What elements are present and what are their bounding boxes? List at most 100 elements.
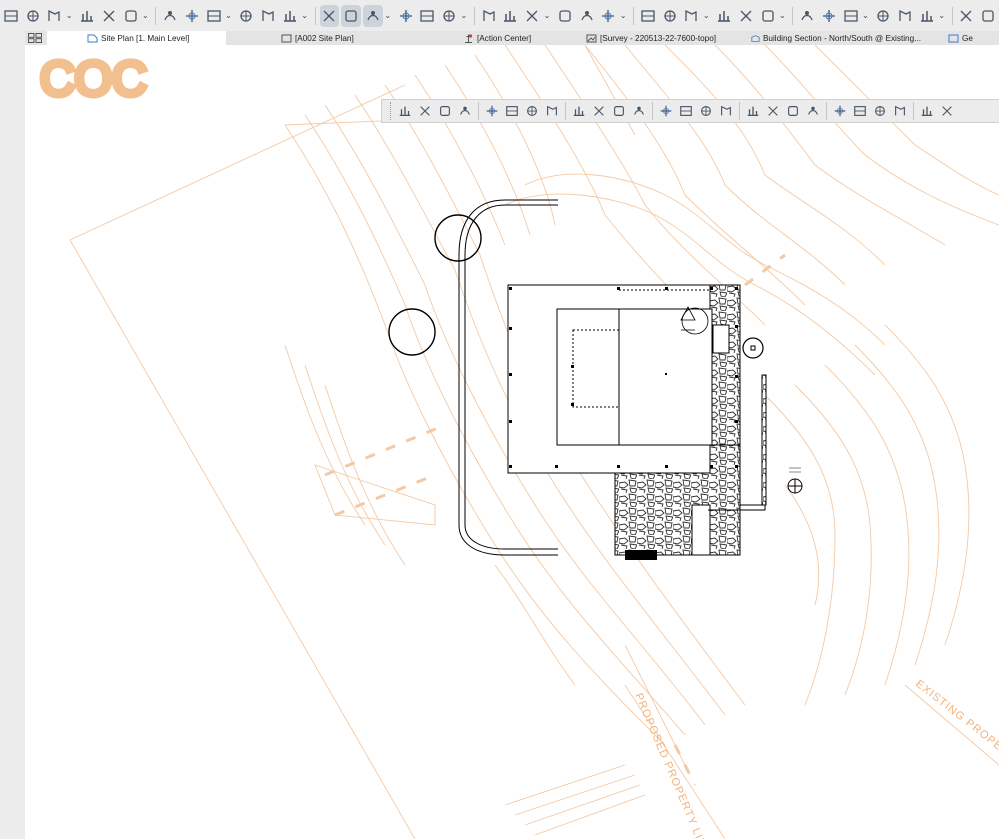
chevron-down-icon[interactable]: ⌄ bbox=[543, 5, 551, 27]
chevron-down-icon[interactable]: ⌄ bbox=[384, 5, 392, 27]
distribute-icon[interactable] bbox=[501, 5, 521, 27]
floating-edit-toolbar[interactable] bbox=[381, 99, 999, 123]
trim-icon[interactable] bbox=[831, 102, 849, 120]
single-view-icon[interactable] bbox=[258, 5, 278, 27]
scissors-icon[interactable] bbox=[456, 102, 474, 120]
eyedropper-icon[interactable] bbox=[523, 102, 541, 120]
teamwork-icon[interactable] bbox=[417, 5, 437, 27]
graph-icon[interactable] bbox=[396, 102, 414, 120]
edit-doc-icon[interactable] bbox=[918, 102, 936, 120]
chevron-down-icon[interactable]: ⌄ bbox=[778, 5, 786, 27]
align-icon[interactable] bbox=[744, 102, 762, 120]
cut-icon[interactable] bbox=[341, 4, 362, 27]
drawing-canvas[interactable]: COC PROPOSED PROPERTY LINE EXISTING PROP… bbox=[25, 45, 999, 839]
toolbar-separator bbox=[951, 6, 953, 25]
corner-icon[interactable] bbox=[570, 102, 588, 120]
group-icon[interactable] bbox=[784, 102, 802, 120]
stretch-icon[interactable] bbox=[503, 102, 521, 120]
site-plan-drawing[interactable]: COC PROPOSED PROPERTY LINE EXISTING PROP… bbox=[25, 45, 999, 839]
3d-window-icon[interactable] bbox=[23, 5, 43, 27]
offset-icon[interactable] bbox=[638, 5, 658, 27]
explode-icon[interactable] bbox=[851, 102, 869, 120]
fillet-icon[interactable] bbox=[543, 102, 561, 120]
suspend-groups-icon[interactable] bbox=[280, 5, 300, 27]
toolbar-separator bbox=[478, 102, 479, 120]
tab-generic[interactable]: Ge bbox=[921, 31, 999, 45]
chevron-down-icon[interactable]: ⌄ bbox=[225, 5, 233, 27]
split-icon[interactable] bbox=[697, 102, 715, 120]
intersect-icon[interactable] bbox=[630, 102, 648, 120]
slab-icon[interactable] bbox=[819, 5, 839, 27]
chain-icon[interactable] bbox=[204, 5, 224, 27]
view-icon[interactable] bbox=[236, 5, 256, 27]
adjust-icon[interactable] bbox=[682, 5, 702, 27]
chevron-down-icon[interactable]: ⌄ bbox=[702, 5, 710, 27]
floor-plan-icon bbox=[87, 34, 98, 42]
layer-flag-icon[interactable] bbox=[121, 5, 141, 27]
zone-icon[interactable] bbox=[895, 5, 915, 27]
utility-marker[interactable] bbox=[742, 337, 764, 359]
beam-icon[interactable] bbox=[957, 5, 977, 27]
link-icon[interactable] bbox=[871, 102, 889, 120]
stair-icon[interactable] bbox=[714, 5, 734, 27]
curve-icon[interactable] bbox=[555, 5, 575, 27]
align-icon[interactable] bbox=[479, 5, 499, 27]
chevron-down-icon[interactable]: ⌄ bbox=[619, 5, 627, 27]
drawing-icon bbox=[586, 34, 597, 42]
tab-label: Site Plan [1. Main Level] bbox=[101, 33, 190, 43]
chevron-down-icon[interactable]: ⌄ bbox=[862, 5, 870, 27]
trace-icon[interactable] bbox=[319, 4, 340, 27]
distribute-icon[interactable] bbox=[717, 102, 735, 120]
chevron-down-icon[interactable]: ⌄ bbox=[65, 5, 73, 27]
mirror-icon[interactable] bbox=[764, 102, 782, 120]
trim-icon[interactable] bbox=[660, 5, 680, 27]
tab-label: [A002 Site Plan] bbox=[295, 33, 354, 43]
rotate-icon[interactable] bbox=[610, 102, 628, 120]
survey-marker[interactable] bbox=[787, 467, 803, 494]
tree-circle[interactable] bbox=[434, 214, 482, 262]
interior-elevation-icon[interactable] bbox=[77, 5, 97, 27]
tree-circle[interactable] bbox=[388, 308, 436, 356]
edit-icon[interactable] bbox=[436, 102, 454, 120]
floor-plan-icon[interactable] bbox=[1, 5, 21, 27]
renovation-icon[interactable] bbox=[363, 4, 383, 27]
tab-a002-site-plan[interactable]: [A002 Site Plan] bbox=[226, 31, 406, 45]
elevate-icon[interactable] bbox=[590, 102, 608, 120]
elevation-icon[interactable] bbox=[577, 5, 597, 27]
window-icon[interactable] bbox=[978, 5, 998, 27]
flag-icon[interactable] bbox=[99, 5, 119, 27]
wall-icon[interactable] bbox=[797, 5, 817, 27]
tab-site-plan[interactable]: Site Plan [1. Main Level] bbox=[47, 31, 226, 45]
chevron-down-icon[interactable]: ⌄ bbox=[141, 5, 149, 27]
shell-icon[interactable] bbox=[873, 5, 893, 27]
tab-action-center[interactable]: [Action Center] bbox=[406, 31, 554, 45]
building-plan[interactable] bbox=[507, 284, 767, 560]
id-icon[interactable] bbox=[439, 5, 459, 27]
link-icon[interactable] bbox=[736, 5, 756, 27]
resize-icon[interactable] bbox=[483, 102, 501, 120]
level-dim-icon[interactable] bbox=[758, 5, 778, 27]
chevron-down-icon[interactable]: ⌄ bbox=[460, 5, 468, 27]
marquee-icon[interactable] bbox=[160, 5, 180, 27]
layout-icon bbox=[281, 34, 292, 42]
house-icon[interactable] bbox=[891, 102, 909, 120]
ungroup-icon[interactable] bbox=[804, 102, 822, 120]
split-icon[interactable] bbox=[598, 5, 618, 27]
tab-building-section[interactable]: Building Section - North/South @ Existin… bbox=[722, 31, 921, 45]
chevron-down-icon[interactable]: ⌄ bbox=[938, 5, 946, 27]
section-icon[interactable] bbox=[45, 5, 65, 27]
fill-icon[interactable] bbox=[182, 5, 202, 27]
offset-icon[interactable] bbox=[657, 102, 675, 120]
toolbar-grip[interactable] bbox=[384, 102, 391, 120]
tab-survey[interactable]: [Survey - 220513-22-7600-topo] bbox=[554, 31, 722, 45]
column-icon[interactable] bbox=[917, 5, 937, 27]
adjust-icon[interactable] bbox=[677, 102, 695, 120]
view-grid-icon[interactable] bbox=[28, 33, 42, 43]
pencil-doc-icon[interactable] bbox=[938, 102, 956, 120]
generic-icon bbox=[948, 34, 959, 42]
chevron-down-icon[interactable]: ⌄ bbox=[301, 5, 309, 27]
eyedropper-icon[interactable] bbox=[522, 5, 542, 27]
plug-icon[interactable] bbox=[396, 5, 416, 27]
roof-icon[interactable] bbox=[841, 5, 861, 27]
magnify-icon[interactable] bbox=[416, 102, 434, 120]
